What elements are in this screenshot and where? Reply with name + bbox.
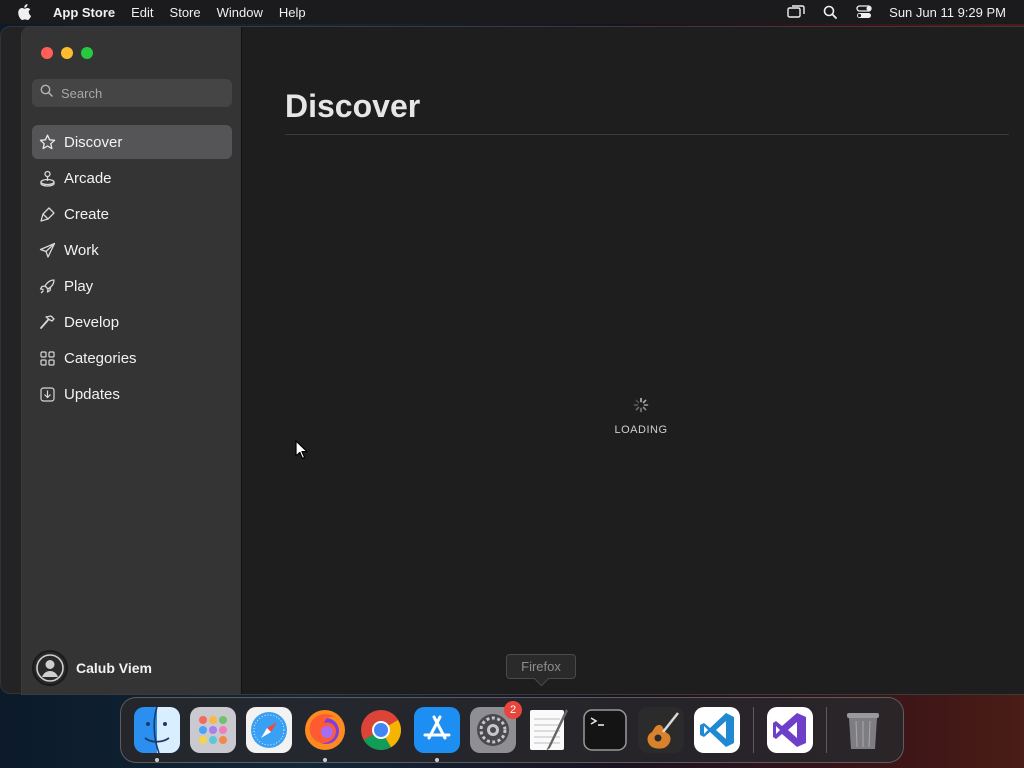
- running-indicator: [435, 758, 439, 762]
- dock-tooltip: Firefox: [506, 654, 576, 679]
- sidebar-item-label: Develop: [64, 313, 120, 331]
- user-name: Calub Viem: [76, 660, 152, 676]
- firefox-icon: [305, 710, 345, 750]
- download-icon: [38, 385, 56, 403]
- dock-separator: [753, 707, 754, 753]
- star-icon: [38, 133, 56, 151]
- sidebar-item-label: Arcade: [64, 169, 112, 187]
- account-button[interactable]: Calub Viem: [32, 650, 152, 686]
- running-indicator: [323, 758, 327, 762]
- user-icon: [36, 654, 64, 682]
- running-indicator: [155, 758, 159, 762]
- garageband-icon: [638, 707, 684, 753]
- loading-indicator: LOADING: [591, 397, 691, 436]
- sidebar-item-label: Play: [64, 277, 94, 295]
- dock: 2: [120, 697, 904, 763]
- window-controls: [41, 47, 93, 59]
- paper-plane-icon: [38, 241, 56, 259]
- minimize-window-button[interactable]: [61, 47, 73, 59]
- search-input[interactable]: [61, 85, 211, 101]
- sidebar-item-label: Categories: [64, 349, 137, 367]
- sidebar-item-updates[interactable]: Updates: [32, 377, 232, 411]
- finder-icon: [134, 706, 180, 754]
- control-center-icon[interactable]: [847, 0, 881, 24]
- sidebar-item-discover[interactable]: Discover: [32, 125, 232, 159]
- menu-clock[interactable]: Sun Jun 11 9:29 PM: [889, 5, 1006, 20]
- sidebar-item-label: Create: [64, 205, 110, 223]
- grid-icon: [38, 349, 56, 367]
- page-title: Discover: [285, 88, 421, 124]
- menu-app-name[interactable]: App Store: [53, 5, 115, 20]
- app-store-icon: [414, 707, 460, 753]
- textedit-icon: [530, 709, 568, 751]
- sidebar-item-develop[interactable]: Develop: [32, 305, 232, 339]
- menu-help[interactable]: Help: [279, 5, 306, 20]
- dock-app-chrome[interactable]: [358, 707, 404, 753]
- fullscreen-window-button[interactable]: [81, 47, 93, 59]
- vscode-icon: [694, 707, 740, 753]
- sidebar-item-categories[interactable]: Categories: [32, 341, 232, 375]
- menu-store[interactable]: Store: [170, 5, 201, 20]
- dock-app-safari[interactable]: [246, 707, 292, 753]
- hammer-icon: [38, 313, 56, 331]
- terminal-icon: [583, 709, 627, 751]
- dock-app-textedit[interactable]: [526, 707, 572, 753]
- joystick-icon: [38, 169, 56, 187]
- sidebar-item-play[interactable]: Play: [32, 269, 232, 303]
- sidebar-item-label: Discover: [64, 133, 123, 151]
- rocket-icon: [38, 277, 56, 295]
- brush-icon: [38, 205, 56, 223]
- dock-app-firefox[interactable]: [302, 707, 348, 762]
- close-window-button[interactable]: [41, 47, 53, 59]
- search-field[interactable]: [32, 79, 232, 107]
- avatar: [32, 650, 68, 686]
- trash-icon: [847, 713, 879, 749]
- safari-icon: [246, 707, 292, 753]
- menu-window[interactable]: Window: [217, 5, 263, 20]
- dock-app-app-store[interactable]: [414, 707, 460, 762]
- sidebar-item-create[interactable]: Create: [32, 197, 232, 231]
- sidebar-item-label: Updates: [64, 385, 120, 403]
- dock-app-launchpad[interactable]: [190, 707, 236, 753]
- sidebar-item-arcade[interactable]: Arcade: [32, 161, 232, 195]
- title-divider: [285, 134, 1009, 135]
- chrome-icon: [361, 710, 401, 750]
- screen-mirroring-icon[interactable]: [779, 0, 813, 24]
- app-store-window: Discover Arcade Create Work: [21, 26, 1024, 695]
- dock-app-terminal[interactable]: [582, 707, 628, 753]
- dock-app-visual-studio[interactable]: [767, 707, 813, 753]
- search-icon: [40, 84, 53, 102]
- menu-edit[interactable]: Edit: [131, 5, 153, 20]
- sidebar: Discover Arcade Create Work: [22, 27, 242, 694]
- sidebar-nav: Discover Arcade Create Work Play Develop…: [32, 125, 232, 413]
- apple-menu-icon[interactable]: [17, 4, 37, 20]
- loading-label: LOADING: [614, 424, 668, 436]
- menu-bar: App Store Edit Store Window Help Sun Jun…: [0, 0, 1024, 24]
- spotlight-search-icon[interactable]: [813, 0, 847, 24]
- mouse-cursor-icon: [295, 440, 308, 465]
- dock-separator: [826, 707, 827, 753]
- dock-app-system-settings[interactable]: 2: [470, 701, 522, 753]
- sidebar-item-work[interactable]: Work: [32, 233, 232, 267]
- spinner-icon: [633, 397, 649, 413]
- launchpad-icon: [190, 707, 236, 753]
- dock-app-garageband[interactable]: [638, 707, 684, 753]
- notification-badge: 2: [504, 701, 522, 719]
- visual-studio-icon: [767, 707, 813, 753]
- dock-app-finder[interactable]: [134, 706, 180, 762]
- dock-app-trash[interactable]: [840, 707, 886, 753]
- dock-app-vscode[interactable]: [694, 707, 740, 753]
- sidebar-item-label: Work: [64, 241, 99, 259]
- main-content: Discover LOADING Firefox: [243, 27, 1024, 694]
